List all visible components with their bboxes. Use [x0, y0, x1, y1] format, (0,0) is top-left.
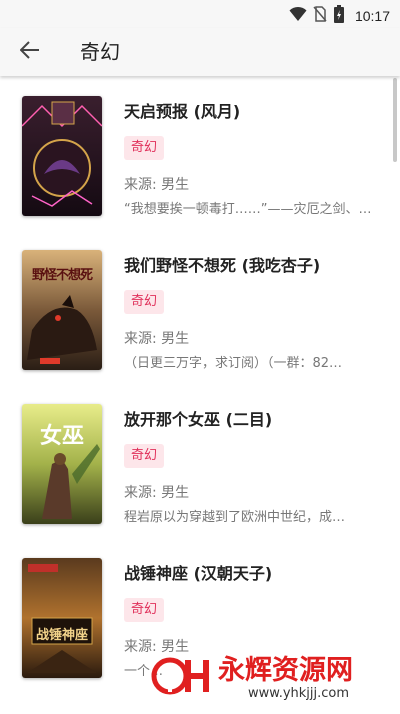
book-description: 程岩原以为穿越到了欧洲中世纪，成… — [124, 510, 346, 525]
book-source: 来源: 男生 — [124, 177, 190, 193]
book-list[interactable]: 天启预报 (风月) 奇幻 来源: 男生 “我想要挨一顿毒打……”——灾厄之剑、…… — [0, 76, 400, 711]
scrollbar[interactable] — [393, 78, 397, 162]
cover-title: 女巫 — [39, 423, 84, 449]
watermark-logo: 永辉资源网 www.yhkjjj.com — [148, 646, 398, 710]
book-source: 来源: 男生 — [124, 485, 190, 501]
status-icons: 10:17 — [289, 5, 390, 27]
watermark-brand: 永辉资源网 — [218, 655, 353, 686]
category-tag: 奇幻 — [124, 598, 165, 622]
wifi-icon — [289, 6, 307, 26]
book-item-2[interactable]: 野怪不想死 我们野怪不想死 (我吃杏子) 奇幻 来源: 男生 （日更三万字，求订… — [0, 250, 400, 404]
book-title: 天启预报 (风月) — [124, 102, 241, 121]
status-time: 10:17 — [354, 8, 390, 24]
book-title: 战锤神座 (汉朝天子) — [124, 564, 273, 583]
book-title: 放开那个女巫 (二目) — [124, 410, 273, 429]
cover-title: 战锤神座 — [35, 628, 88, 643]
book-cover: 野怪不想死 — [22, 250, 102, 370]
page-title: 奇幻 — [80, 40, 120, 64]
app-bar: 奇幻 — [0, 28, 400, 76]
book-description: （日更三万字，求订阅）（一群：82… — [124, 356, 343, 371]
book-source: 来源: 男生 — [124, 331, 190, 347]
battery-icon — [333, 5, 345, 27]
back-button[interactable] — [14, 38, 46, 66]
cover-title: 野怪不想死 — [31, 268, 93, 283]
book-item-3[interactable]: 女巫 放开那个女巫 (二目) 奇幻 来源: 男生 程岩原以为穿越到了欧洲中世纪，… — [0, 404, 400, 558]
status-bar: 10:17 — [0, 0, 400, 28]
book-title: 我们野怪不想死 (我吃杏子) — [124, 256, 321, 275]
book-cover — [22, 96, 102, 216]
no-sim-icon — [313, 6, 327, 26]
book-description: “我想要挨一顿毒打……”——灾厄之剑、… — [124, 202, 372, 217]
category-tag: 奇幻 — [124, 136, 165, 160]
arrow-left-icon — [19, 41, 40, 63]
book-cover: 女巫 — [22, 404, 102, 524]
book-cover: 战锤神座 — [22, 558, 102, 678]
category-tag: 奇幻 — [124, 444, 165, 468]
category-tag: 奇幻 — [124, 290, 165, 314]
watermark-url: www.yhkjjj.com — [248, 686, 350, 701]
book-item-1[interactable]: 天启预报 (风月) 奇幻 来源: 男生 “我想要挨一顿毒打……”——灾厄之剑、… — [0, 96, 400, 250]
